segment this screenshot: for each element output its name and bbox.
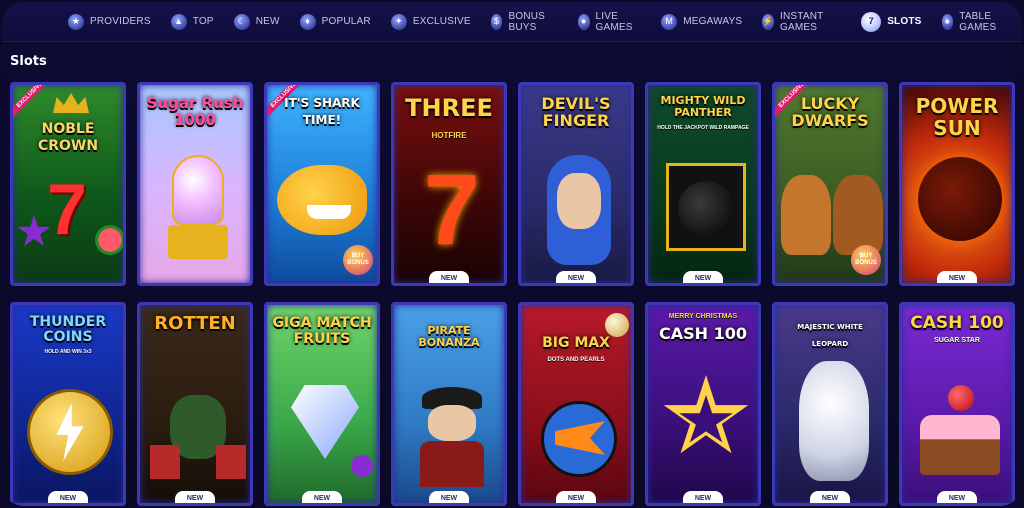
new-badge: NEW (48, 491, 88, 503)
nav-item-table-games[interactable]: ♠ TABLE GAMES (932, 2, 1022, 42)
buy-bonus-badge: BUY BONUS (343, 245, 373, 275)
game-title: DEVIL'S FINGER (541, 94, 611, 130)
nav-label: POPULAR (321, 16, 371, 27)
game-title: CASH 100 (910, 313, 1004, 333)
megaways-icon: M (661, 13, 678, 30)
new-badge: NEW (937, 491, 977, 503)
nav-item-megaways[interactable]: M MEGAWAYS (651, 2, 752, 42)
game-card[interactable]: BIG MAX DOTS AND PEARLS NEW (518, 302, 634, 506)
nav-item-live-games[interactable]: ● LIVE GAMES (568, 2, 651, 42)
game-title: CASH 100 (658, 324, 747, 343)
nav-label: LIVE GAMES (595, 10, 633, 33)
game-card[interactable]: PIRATE BONANZA NEW (391, 302, 507, 506)
game-card[interactable]: 7 EXCLUSIVE NOBLE CROWN (10, 82, 126, 286)
game-card[interactable]: EXCLUSIVE LUCKY DWARFS BUY BONUS (772, 82, 888, 286)
nav-item-exclusive[interactable]: ✦ EXCLUSIVE (381, 2, 481, 42)
slots-icon: 7 (861, 11, 882, 32)
app-frame: ★ PROVIDERS ▲ TOP ☾ NEW ♦ POPULAR ✦ EXCLUSIVE… (2, 2, 1022, 506)
nav-item-instant-games[interactable]: ⚡ INSTANT GAMES (752, 2, 851, 42)
nav-item-top[interactable]: ▲ TOP (161, 2, 224, 42)
nav-label: NEW (255, 16, 280, 27)
game-subtitle: DOTS AND PEARLS (547, 357, 605, 363)
game-title: PIRATE BONANZA (418, 324, 480, 349)
new-icon: ☾ (233, 13, 250, 30)
new-badge: NEW (683, 271, 723, 283)
nav-item-popular[interactable]: ♦ POPULAR (290, 2, 381, 42)
live-games-icon: ● (577, 13, 590, 30)
game-card[interactable]: 7 THREE HOTFIRE NEW (391, 82, 507, 286)
instant-games-icon: ⚡ (762, 13, 774, 30)
nav-label: TABLE GAMES (959, 10, 997, 33)
nav-item-slots[interactable]: 7 SLOTS (851, 2, 931, 42)
game-card[interactable]: Sugar Rush 1000 (137, 82, 253, 286)
new-badge: NEW (429, 491, 469, 503)
nav-item-providers[interactable]: ★ PROVIDERS (58, 2, 161, 42)
game-title: NOBLE CROWN (37, 121, 99, 154)
nav-label: EXCLUSIVE (412, 16, 471, 27)
nav-label: PROVIDERS (90, 16, 151, 27)
game-title: MAJESTIC WHITE LEOPARD (797, 323, 863, 348)
popular-icon: ♦ (299, 13, 316, 30)
nav-label: MEGAWAYS (683, 16, 743, 27)
game-card[interactable]: EXCLUSIVE IT'S SHARK TIME! BUY BONUS (264, 82, 380, 286)
game-title: THREE (405, 94, 493, 122)
buy-bonus-badge: BUY BONUS (851, 245, 881, 275)
top-icon: ▲ (170, 13, 187, 30)
game-subtitle: SUGAR STAR (934, 337, 980, 344)
providers-icon: ★ (68, 13, 84, 30)
game-art (902, 305, 1012, 503)
new-badge: NEW (302, 491, 342, 503)
game-subtitle: HOLD AND WIN 3x3 (44, 349, 92, 355)
game-title: POWER SUN (915, 94, 999, 140)
section-title: Slots (10, 54, 47, 69)
exclusive-icon: ✦ (390, 13, 407, 30)
bonus-buys-icon: $ (490, 13, 503, 30)
game-subtitle: HOTFIRE (431, 131, 467, 140)
game-title: BIG MAX (542, 335, 610, 351)
new-badge: NEW (937, 271, 977, 283)
game-title: IT'S SHARK TIME! (284, 96, 360, 127)
nav-label: INSTANT GAMES (780, 10, 824, 33)
game-title: MIGHTY WILD PANTHER (660, 94, 746, 119)
table-games-icon: ♠ (941, 13, 954, 30)
game-art (140, 305, 250, 503)
nav-label: SLOTS (887, 16, 922, 27)
new-badge: NEW (429, 271, 469, 283)
game-card[interactable]: ROTTEN NEW (137, 302, 253, 506)
game-card[interactable]: MERRY CHRISTMAS CASH 100 NEW (645, 302, 761, 506)
game-art: 7 (13, 85, 123, 283)
nav-item-bonus-buys[interactable]: $ BONUS BUYS (481, 2, 568, 42)
games-grid: 7 EXCLUSIVE NOBLE CROWN Sugar Rush 1000 … (10, 82, 1020, 506)
game-title: Sugar Rush 1000 (146, 94, 244, 129)
nav-label: TOP (192, 16, 214, 27)
game-subtitle: HOLD THE JACKPOT WILD RAMPAGE (657, 125, 749, 131)
game-card[interactable]: CASH 100 SUGAR STAR NEW (899, 302, 1015, 506)
category-nav: ★ PROVIDERS ▲ TOP ☾ NEW ♦ POPULAR ✦ EXCLUSIVE… (2, 2, 1022, 42)
new-badge: NEW (556, 491, 596, 503)
game-card[interactable]: GIGA MATCH FRUITS NEW (264, 302, 380, 506)
game-title: GIGA MATCH FRUITS (272, 315, 372, 347)
game-subtitle: MERRY CHRISTMAS (668, 313, 738, 320)
nav-item-new[interactable]: ☾ NEW (224, 2, 290, 42)
game-card[interactable]: DEVIL'S FINGER NEW (518, 82, 634, 286)
game-card[interactable]: THUNDER COINS HOLD AND WIN 3x3 NEW (10, 302, 126, 506)
new-badge: NEW (810, 491, 850, 503)
new-badge: NEW (175, 491, 215, 503)
new-badge: NEW (683, 491, 723, 503)
game-title: LUCKY DWARFS (791, 94, 869, 130)
game-card[interactable]: MIGHTY WILD PANTHER HOLD THE JACKPOT WIL… (645, 82, 761, 286)
new-badge: NEW (556, 271, 596, 283)
game-card[interactable]: MAJESTIC WHITE LEOPARD NEW (772, 302, 888, 506)
game-card[interactable]: POWER SUN NEW (899, 82, 1015, 286)
game-title: THUNDER COINS (29, 314, 107, 345)
game-title: ROTTEN (154, 313, 236, 334)
nav-label: BONUS BUYS (508, 10, 546, 33)
